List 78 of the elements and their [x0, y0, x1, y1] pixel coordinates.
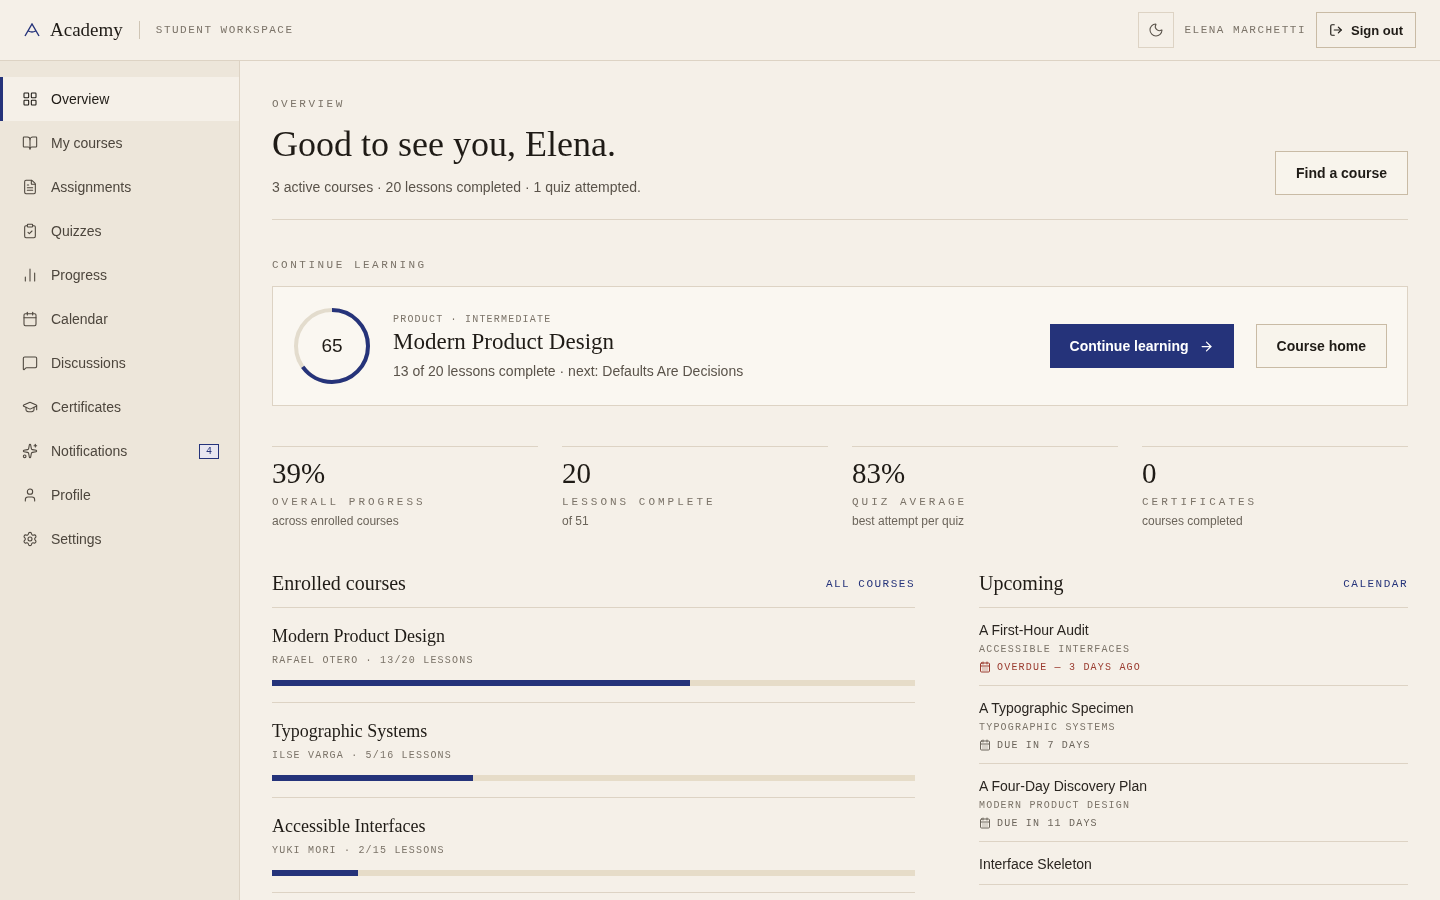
course-meta: RAFAEL OTERO · 13/20 LESSONS [272, 655, 475, 666]
course-meta: ILSE VARGA · 5/16 LESSONS [272, 750, 454, 761]
stat-label: OVERALL PROGRESS [272, 496, 427, 508]
sidebar-item[interactable]: Overview [0, 77, 239, 121]
assignment-title: A First-Hour Audit [979, 622, 1090, 638]
workspace-label: STUDENT WORKSPACE [155, 24, 294, 36]
graduation-cap-icon [22, 399, 38, 415]
course-meta: PRODUCT · INTERMEDIATE [393, 313, 553, 325]
course-title: Modern Product Design [272, 626, 446, 647]
sidebar-item[interactable]: Progress [0, 253, 239, 297]
section-heading: CONTINUE LEARNING [272, 259, 427, 271]
course-title: Accessible Interfaces [272, 816, 427, 837]
moon-icon [1148, 22, 1165, 38]
course-title: Modern Product Design [393, 328, 616, 355]
stat-label: CERTIFICATES [1142, 496, 1259, 508]
section-title: Upcoming [979, 572, 1064, 595]
user-icon [22, 487, 38, 503]
assignment-course: ACCESSIBLE INTERFACES [979, 644, 1132, 655]
sidebar-item[interactable]: Quizzes [0, 209, 239, 253]
course-detail: 13 of 20 lessons complete · next: Defaults Are Decisions [393, 362, 745, 379]
arrow-right-icon [1198, 338, 1214, 354]
calendar-icon [979, 739, 991, 751]
sidebar-item[interactable]: Discussions [0, 341, 239, 385]
chart-icon [22, 267, 38, 283]
count-badge: 4 [199, 443, 219, 459]
assignment-title: A Four-Day Discovery Plan [979, 778, 1149, 794]
assignment-title: A Typographic Specimen [979, 700, 1135, 716]
chat-icon [22, 355, 38, 371]
all-courses-link[interactable]: ALL COURSES [825, 577, 915, 590]
page-eyebrow: OVERVIEW [272, 98, 345, 110]
clipboard-icon [22, 223, 38, 239]
calendar-icon [979, 661, 991, 673]
sign-out-button[interactable]: Sign out [1316, 12, 1416, 48]
assignment-title: Interface Skeleton [979, 856, 1093, 872]
calendar-link[interactable]: CALENDAR [1343, 577, 1408, 590]
sidebar-item[interactable]: Settings [0, 517, 239, 561]
stat-note: of 51 [562, 514, 590, 528]
stat-note: best attempt per quiz [852, 514, 966, 528]
find-course-button[interactable]: Find a course [1274, 151, 1408, 195]
due-label: OVERDUE — 3 DAYS AGO [997, 661, 1142, 673]
sparkle-icon [22, 443, 38, 459]
continue-button[interactable]: Continue learning [1049, 324, 1234, 368]
sign-out-icon [1329, 23, 1343, 37]
sidebar-item[interactable]: Certificates [0, 385, 239, 429]
section-title: Enrolled courses [272, 572, 406, 595]
assignment-course: TYPOGRAPHIC SYSTEMS [979, 722, 1117, 733]
grid-icon [22, 91, 38, 107]
book-icon [22, 135, 38, 151]
due-label: DUE IN 7 DAYS [997, 739, 1091, 751]
stat-note: courses completed [1142, 514, 1244, 528]
sidebar-item[interactable]: Assignments [0, 165, 239, 209]
stat-value: 0 [1142, 457, 1158, 490]
summary-text: 3 active courses · 20 lessons completed · 1 quiz attempted. [272, 179, 641, 195]
progress-value: 65 [320, 334, 344, 358]
stat-label: QUIZ AVERAGE [852, 496, 969, 508]
stat-label: LESSONS COMPLETE [562, 496, 717, 508]
sidebar-item[interactable]: Profile [0, 473, 239, 517]
stat-value: 83% [852, 457, 907, 490]
document-icon [22, 179, 38, 195]
stat-note: across enrolled courses [272, 514, 400, 528]
stat-value: 39% [272, 457, 327, 490]
course-title: Typographic Systems [272, 721, 429, 742]
page-title: Good to see you, Elena. [272, 123, 617, 165]
due-label: DUE IN 11 DAYS [997, 817, 1098, 829]
theme-toggle-button[interactable] [1138, 12, 1175, 48]
sidebar-item[interactable]: Notifications 4 [0, 429, 239, 473]
course-home-button[interactable]: Course home [1255, 324, 1387, 368]
calendar-icon [22, 311, 38, 327]
logo-icon [24, 23, 40, 37]
sidebar-item[interactable]: Calendar [0, 297, 239, 341]
course-meta: YUKI MORI · 2/15 LESSONS [272, 845, 446, 856]
assignment-course: MODERN PRODUCT DESIGN [979, 800, 1132, 811]
sidebar-item[interactable]: My courses [0, 121, 239, 165]
settings-icon [22, 531, 38, 547]
brand-name: Academy [50, 19, 123, 41]
calendar-icon [979, 817, 991, 829]
user-name: ELENA MARCHETTI [1184, 24, 1306, 36]
stat-value: 20 [562, 457, 592, 490]
